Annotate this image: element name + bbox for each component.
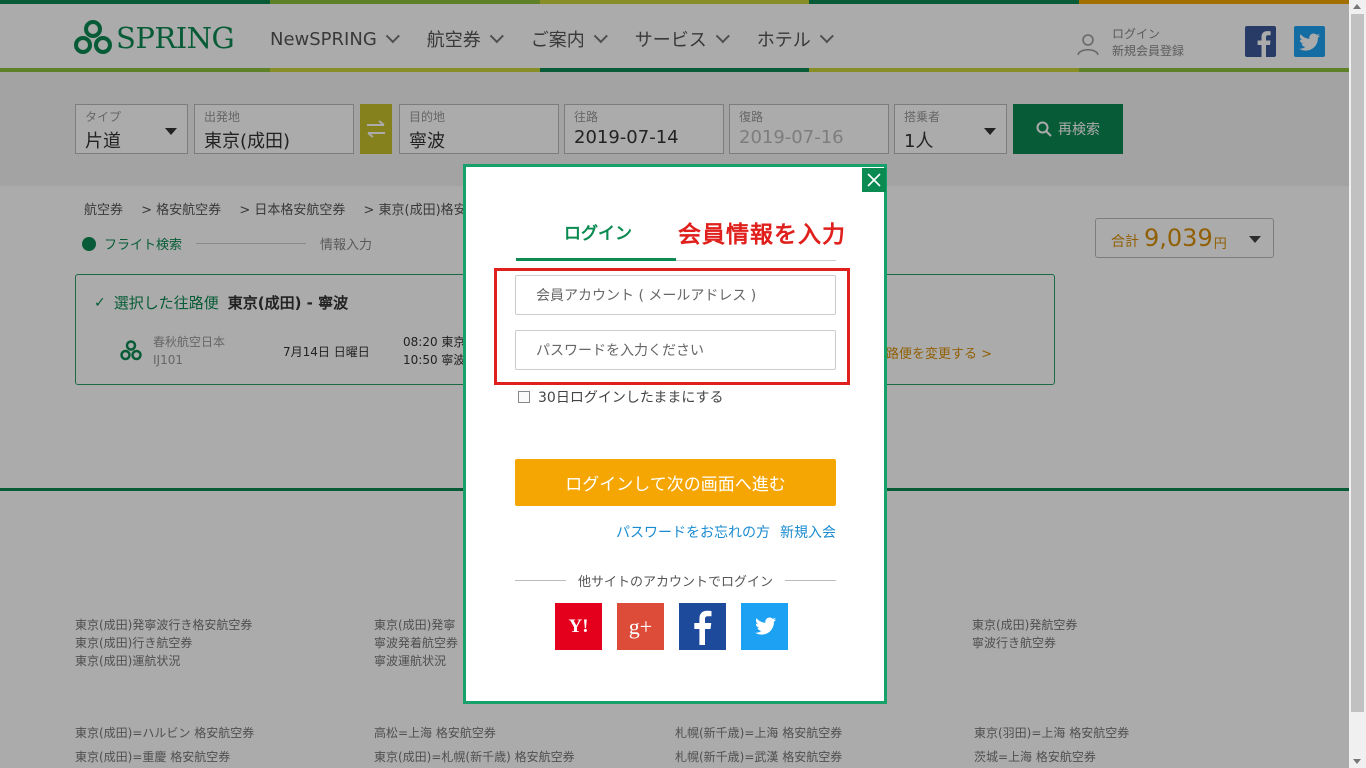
tab-divider xyxy=(676,260,836,261)
twitter-icon xyxy=(755,617,776,635)
password-field[interactable]: パスワードを入力ください xyxy=(515,330,836,370)
modal-links: パスワードをお忘れの方 新規入会 xyxy=(616,522,836,542)
forgot-password-link[interactable]: パスワードをお忘れの方 xyxy=(616,525,770,541)
email-placeholder: 会員アカウント ( メールアドレス ) xyxy=(536,288,757,304)
login-modal: ログイン 会員情報を入力 会員アカウント ( メールアドレス ) パスワードを入… xyxy=(463,164,887,704)
facebook-login-button[interactable] xyxy=(679,603,726,650)
login-submit-button[interactable]: ログインして次の画面へ進む xyxy=(515,459,836,506)
close-icon xyxy=(867,173,881,187)
remember-label: 30日ログインしたままにする xyxy=(538,390,724,406)
other-login-heading: 他サイトのアカウントでログイン xyxy=(515,571,837,590)
close-button[interactable] xyxy=(862,168,886,192)
tab-active-underline xyxy=(516,258,676,261)
scroll-up-icon[interactable] xyxy=(1353,4,1361,9)
scroll-down-icon[interactable] xyxy=(1353,759,1361,764)
other-login-label: 他サイトのアカウントでログイン xyxy=(578,575,774,590)
yahoo-icon: Y! xyxy=(568,615,589,637)
divider xyxy=(515,580,566,581)
tab-login[interactable]: ログイン xyxy=(518,219,678,244)
yahoo-login-button[interactable]: Y! xyxy=(555,603,602,650)
password-placeholder: パスワードを入力ください xyxy=(536,343,704,359)
divider xyxy=(785,580,837,581)
login-submit-label: ログインして次の画面へ進む xyxy=(565,475,786,495)
twitter-login-button[interactable] xyxy=(741,603,788,650)
facebook-icon xyxy=(694,610,712,645)
scroll-thumb[interactable] xyxy=(1351,14,1364,712)
remember-me[interactable]: 30日ログインしたままにする xyxy=(518,387,724,407)
google-plus-login-button[interactable]: g+ xyxy=(617,603,664,650)
register-link[interactable]: 新規入会 xyxy=(780,525,836,541)
remember-checkbox[interactable] xyxy=(518,391,530,403)
annotation-text: 会員情報を入力 xyxy=(678,222,846,248)
email-field[interactable]: 会員アカウント ( メールアドレス ) xyxy=(515,275,836,315)
google-plus-icon: g+ xyxy=(628,613,653,639)
page-scrollbar[interactable] xyxy=(1349,0,1366,768)
